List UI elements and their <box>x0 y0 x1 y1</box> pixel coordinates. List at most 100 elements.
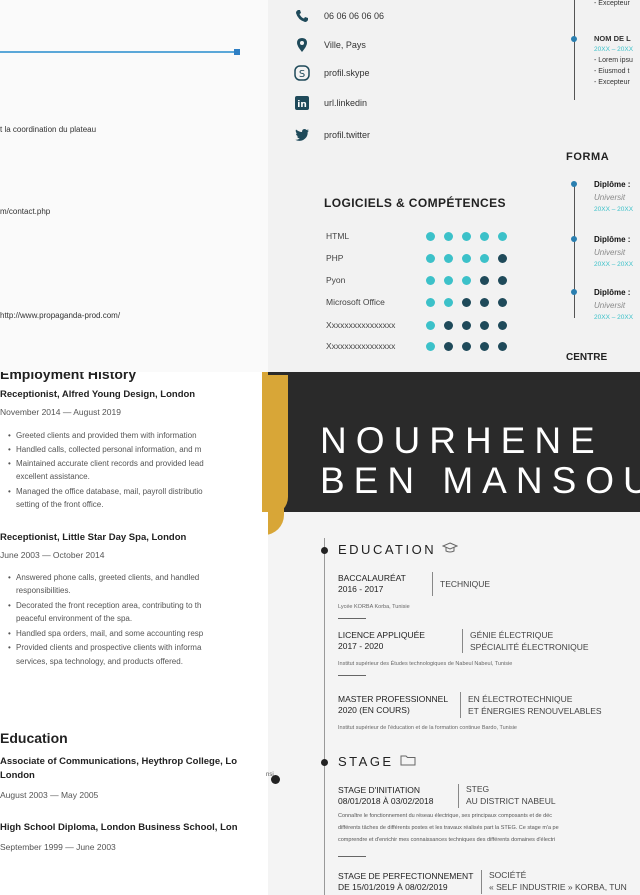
job-bullet: Handled spa orders, mail, and some accou… <box>8 628 203 640</box>
location-pin-icon <box>294 37 310 53</box>
stage-description: comprendre et d'enrichir mes connaissanc… <box>338 837 556 843</box>
location-text: Ville, Pays <box>324 40 366 50</box>
short-rule <box>338 675 366 676</box>
header-rule <box>0 51 238 53</box>
phone-text: 06 06 06 06 06 <box>324 11 385 21</box>
job-years: 20XX – 20XX <box>594 46 634 53</box>
timeline-dot <box>321 759 328 766</box>
skype-icon: S <box>294 65 310 81</box>
skill-dot <box>498 276 507 285</box>
stage-company: SOCIÉTÉ <box>489 870 527 880</box>
job-bullet: Greeted clients and provided them with i… <box>8 430 197 442</box>
skill-name: Microsoft Office <box>326 297 385 307</box>
stage-dates: 08/01/2018 À 03/02/2018 <box>338 796 434 806</box>
skill-level-dots <box>426 321 507 330</box>
last-name: BEN MANSOU <box>320 460 640 501</box>
diploma-years: 20XX – 20XX <box>594 206 634 213</box>
skill-dot <box>462 254 471 263</box>
education-dates: September 1999 — June 2003 <box>0 842 116 852</box>
timeline-dot <box>571 289 577 295</box>
header-rule-end-square <box>234 49 240 55</box>
contact-linkedin: in url.linkedin <box>295 94 367 112</box>
timeline-line <box>574 0 575 100</box>
diploma-school: Universit <box>594 193 626 202</box>
skill-row: PHP <box>326 253 526 265</box>
skill-level-dots <box>426 254 507 263</box>
resume-nourhene: NOURHENE BEN MANSOU EDUCATION BACCALAURÉ… <box>268 400 640 895</box>
formation-heading: FORMA <box>566 151 610 163</box>
divider <box>481 870 482 894</box>
skill-level-dots <box>426 276 507 285</box>
skill-dot <box>462 276 471 285</box>
job-bullet: Answered phone calls, greeted clients, a… <box>8 572 199 584</box>
skill-dot <box>498 232 507 241</box>
job-bullet-continued: excellent assistance. <box>16 472 90 481</box>
skill-dot <box>444 276 453 285</box>
skill-dot <box>444 298 453 307</box>
contact-location: Ville, Pays <box>297 36 366 54</box>
skill-dot <box>426 298 435 307</box>
resume-template-skills: 06 06 06 06 06 Ville, Pays S profil.skyp… <box>268 0 640 372</box>
job-bullet: Handled calls, collected personal inform… <box>8 444 201 456</box>
degree-years: 2016 - 2017 <box>338 584 384 594</box>
institution: Institut supérieur de l'éducation et de … <box>338 725 517 731</box>
degree-specialty: SPÉCIALITÉ ÉLECTRONIQUE <box>470 642 589 652</box>
degree-name: LICENCE APPLIQUÉE <box>338 630 425 640</box>
skill-row: Pyon <box>326 275 526 287</box>
skill-dot <box>444 254 453 263</box>
education-dates: August 2003 — May 2005 <box>0 790 99 800</box>
short-rule <box>338 618 366 619</box>
degree-name: BACCALAURÉAT <box>338 573 406 583</box>
resume-fragment-top-left: t la coordination du plateau m/contact.p… <box>0 0 268 372</box>
job-bullet-continued: services, spa technology, and products o… <box>16 657 183 666</box>
job-dates: November 2014 — August 2019 <box>0 407 121 417</box>
text-line: http://www.propaganda-prod.com/ <box>0 311 121 320</box>
divider <box>458 784 459 808</box>
education-section-heading: EDUCATION <box>338 542 459 557</box>
diploma-years: 20XX – 20XX <box>594 261 634 268</box>
stage-description: différents tâches de différents postes e… <box>338 825 559 831</box>
skill-level-dots <box>426 342 507 351</box>
divider <box>432 572 433 596</box>
timeline-line <box>574 183 575 318</box>
skill-dot <box>444 321 453 330</box>
job-bullet: Managed the office database, mail, payro… <box>8 486 203 498</box>
job-title: Receptionist, Alfred Young Design, Londo… <box>0 389 196 400</box>
timeline-dot <box>571 36 577 42</box>
skill-dot <box>498 321 507 330</box>
short-rule <box>338 856 366 857</box>
job-dates: June 2003 — October 2014 <box>0 550 105 560</box>
job-bullet-continued: peaceful environment of the spa. <box>16 614 133 623</box>
timeline-dot <box>321 547 328 554</box>
job-bullet: Provided clients and prospective clients… <box>8 642 201 654</box>
skill-dot <box>480 276 489 285</box>
centre-heading: CENTRE <box>566 352 608 363</box>
skill-row: HTML <box>326 231 526 243</box>
job-bullet: - Excepteur <box>594 79 630 86</box>
skill-name: HTML <box>326 231 350 241</box>
skill-dot <box>426 342 435 351</box>
job-bullet-continued: responsibilities. <box>16 586 71 595</box>
stage-section-heading: STAGE <box>338 754 416 769</box>
banner-top-strip <box>268 372 640 400</box>
first-name: NOURHENE <box>320 420 604 461</box>
text-line: t la coordination du plateau <box>0 125 97 134</box>
svg-text:S: S <box>299 69 305 80</box>
skill-dot <box>480 232 489 241</box>
job-bullet: Maintained accurate client records and p… <box>8 458 204 470</box>
divider <box>462 629 463 653</box>
timeline-line <box>324 538 325 895</box>
education-title-continued: London <box>0 770 35 781</box>
institution: Institut supérieur des Études technologi… <box>338 661 513 667</box>
experience-text: - Excepteur <box>594 0 630 7</box>
timeline-dot <box>571 181 577 187</box>
employment-heading: Employment History <box>0 372 137 382</box>
scroll-knob[interactable] <box>271 775 280 784</box>
stage-dates: DE 15/01/2019 À 08/02/2019 <box>338 882 448 892</box>
skype-text: profil.skype <box>324 68 370 78</box>
skill-dot <box>498 298 507 307</box>
degree-specialty: GÉNIE ÉLECTRIQUE <box>470 630 554 640</box>
svg-text:in: in <box>297 100 307 110</box>
stage-type: STAGE DE PERFECTIONNEMENT <box>338 871 474 881</box>
degree-name: MASTER PROFESSIONNEL <box>338 694 449 704</box>
